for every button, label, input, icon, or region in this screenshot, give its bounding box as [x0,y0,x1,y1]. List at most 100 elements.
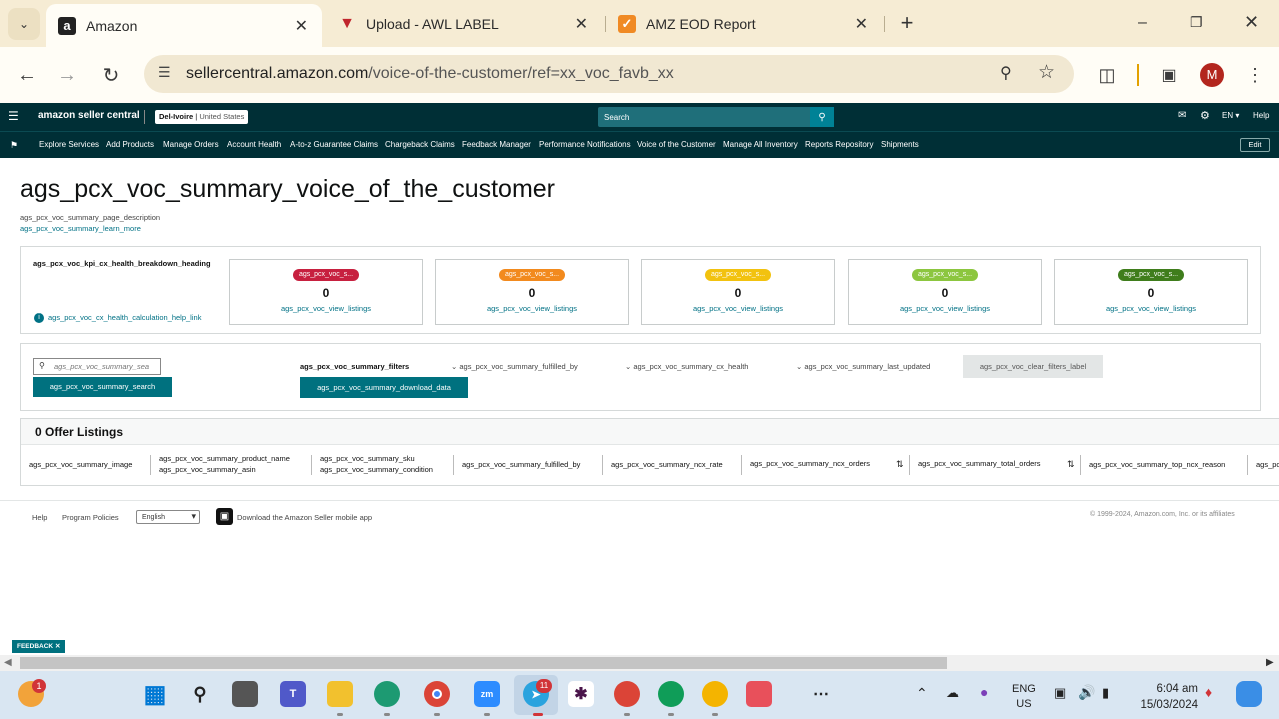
scrollbar-thumb[interactable] [20,657,947,669]
nav-item-account-health[interactable]: Account Health [227,140,281,149]
forward-icon[interactable]: → [52,60,82,90]
cx-health-help-link[interactable]: ags_pcx_voc_cx_health_calculation_help_l… [48,313,201,322]
mail-icon[interactable]: ✉ [1178,110,1186,121]
download-data-button[interactable]: ags_pcx_voc_summary_download_data [300,377,468,398]
language-indicator[interactable]: ENG US [1012,682,1036,712]
help-link[interactable]: Help [1253,111,1269,120]
view-listings-link[interactable]: ags_pcx_voc_view_listings [436,304,628,313]
sort-icon[interactable]: ⇅ [1067,459,1075,470]
task-view-icon[interactable] [232,681,258,707]
hamburger-menu-icon[interactable]: ☰ [8,109,19,123]
nav-item-shipments[interactable]: Shipments [881,140,919,149]
tab-upload-awl[interactable]: ▼ Upload - AWL LABEL ✕ [326,0,602,47]
new-tab-button[interactable]: + [894,10,920,36]
minimize-window-icon[interactable]: – [1138,14,1147,32]
store-switcher[interactable]: Del-Ivoire | United States [155,110,249,124]
volume-icon[interactable]: 🔊 [1078,684,1095,701]
address-bar[interactable]: ☰ sellercentral.amazon.com/voice-of-the-… [144,55,1074,93]
tray-chevron-up-icon[interactable]: ⌃ [916,685,928,702]
url-text[interactable]: sellercentral.amazon.com/voice-of-the-cu… [186,65,674,83]
listing-search-input[interactable] [54,359,158,374]
nav-item-add-products[interactable]: Add Products [106,140,154,149]
side-panel-icon[interactable]: ▣ [1154,60,1184,90]
chrome-profile-icon[interactable] [614,681,640,707]
scroll-right-icon[interactable]: ▶ [1266,657,1274,668]
tab-search-button[interactable]: ⌄ [8,8,40,40]
battery-icon[interactable]: ▮ [1102,685,1109,701]
settings-gear-icon[interactable]: ⚙ [1200,109,1210,122]
language-selector[interactable]: EN ▾ [1222,111,1239,120]
seller-central-logo[interactable]: amazon seller central [38,110,140,121]
tab-amz-eod-report[interactable]: ✓ AMZ EOD Report ✕ [606,0,882,47]
column-header-ncx-rate[interactable]: ags_pcx_voc_summary_ncx_rate [611,459,723,470]
site-info-icon[interactable]: ☰ [158,64,171,81]
copilot-icon[interactable] [1236,681,1262,707]
extensions-icon[interactable]: ◫ [1092,60,1122,90]
nav-item-reports-repository[interactable]: Reports Repository [805,140,873,149]
nav-item-manage-orders[interactable]: Manage Orders [163,140,219,149]
chrome-profile-icon[interactable] [658,681,684,707]
reload-icon[interactable]: ↻ [96,60,126,90]
horizontal-scrollbar[interactable]: ◀ ▶ [0,655,1279,671]
scroll-left-icon[interactable]: ◀ [4,657,12,668]
view-listings-link[interactable]: ags_pcx_voc_view_listings [1055,304,1247,313]
bookmark-star-icon[interactable]: ☆ [1038,61,1055,84]
close-icon[interactable]: ✕ [55,643,60,650]
mobile-app-icon[interactable]: ▣ [216,508,233,525]
learn-more-link[interactable]: ags_pcx_voc_summary_learn_more [20,224,141,233]
network-icon[interactable]: ☁ [946,685,959,701]
menu-kebab-icon[interactable]: ⋮ [1240,60,1270,90]
sort-icon[interactable]: ⇅ [896,459,904,470]
listing-search-field[interactable]: ⚲ [33,358,161,375]
nav-item-atoz-claims[interactable]: A-to-z Guarantee Claims [290,140,378,149]
footer-program-policies-link[interactable]: Program Policies [62,513,119,522]
feedback-button[interactable]: FEEDBACK ✕ [12,640,66,653]
slack-icon[interactable]: ✱ [568,681,594,707]
avatar[interactable]: M [1200,63,1224,87]
notifications-bell-icon[interactable]: ♦ [1205,684,1212,700]
teams-icon[interactable]: T [280,681,306,707]
windows-start-icon[interactable]: ▦ [142,681,168,708]
close-tab-icon[interactable]: ✕ [575,14,588,34]
close-tab-icon[interactable]: ✕ [295,16,308,36]
footer-language-select[interactable]: English ▾ [136,510,200,524]
close-tab-icon[interactable]: ✕ [855,14,868,34]
file-explorer-icon[interactable] [327,681,353,707]
header-search-input[interactable]: Search [598,107,810,127]
footer-help-link[interactable]: Help [32,513,47,522]
nav-item-performance-notifications[interactable]: Performance Notifications [539,140,631,149]
nav-item-explore-services[interactable]: Explore Services [39,140,99,149]
back-icon[interactable]: ← [12,60,42,90]
tab-amazon[interactable]: a Amazon ✕ [46,4,322,47]
app-icon[interactable] [746,681,772,707]
fulfilled-by-filter[interactable]: ⌄ ags_pcx_voc_summary_fulfilled_by [451,362,578,371]
clear-filters-button[interactable]: ags_pcx_voc_clear_filters_label [963,355,1103,378]
clock[interactable]: 6:04 am 15/03/2024 [1134,681,1198,713]
nav-item-chargeback-claims[interactable]: Chargeback Claims [385,140,455,149]
bookmark-icon[interactable]: ⚑ [10,140,18,151]
zoom-app-icon[interactable]: zm [474,681,500,707]
nav-item-manage-inventory[interactable]: Manage All Inventory [723,140,798,149]
nav-item-feedback-manager[interactable]: Feedback Manager [462,140,531,149]
last-updated-filter[interactable]: ⌄ ags_pcx_voc_summary_last_updated [796,362,930,371]
view-listings-link[interactable]: ags_pcx_voc_view_listings [230,304,422,313]
chrome-icon[interactable] [424,681,450,707]
chrome-profile-icon[interactable] [702,681,728,707]
view-listings-link[interactable]: ags_pcx_voc_view_listings [642,304,834,313]
restore-window-icon[interactable]: ❐ [1190,14,1203,31]
microphone-icon[interactable]: ● [980,684,988,700]
close-window-icon[interactable]: ✕ [1244,12,1259,33]
edge-icon[interactable] [374,681,400,707]
display-icon[interactable]: ▣ [1054,685,1066,701]
column-header-total-orders[interactable]: ags_pcx_voc_summary_total_orders [918,458,1041,469]
view-listings-link[interactable]: ags_pcx_voc_view_listings [849,304,1041,313]
header-search-button[interactable]: ⚲ [810,107,834,127]
nav-item-voice-of-customer[interactable]: Voice of the Customer [637,140,716,149]
footer-mobile-app-link[interactable]: Download the Amazon Seller mobile app [237,513,372,522]
cx-health-filter[interactable]: ⌄ ags_pcx_voc_summary_cx_health [625,362,748,371]
search-button[interactable]: ags_pcx_voc_summary_search [33,377,172,397]
column-header-ncx-orders[interactable]: ags_pcx_voc_summary_ncx_orders [750,458,870,469]
more-apps-icon[interactable]: ⋯ [808,681,834,707]
edit-nav-button[interactable]: Edit [1240,138,1270,152]
zoom-icon[interactable]: ⚲ [1000,63,1012,83]
